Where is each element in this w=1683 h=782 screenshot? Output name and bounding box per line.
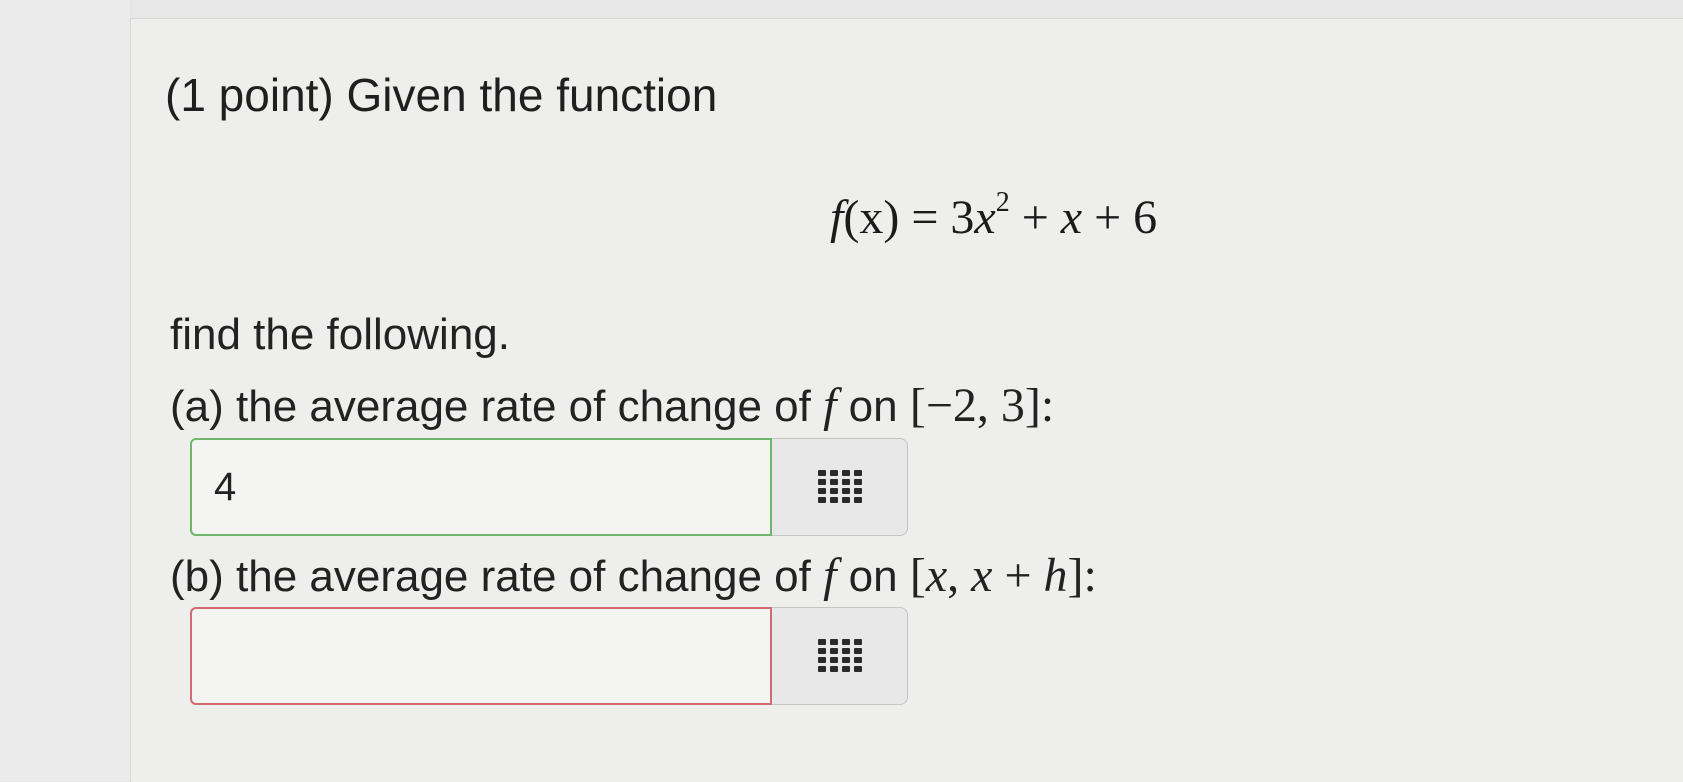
part-a-answer-group: 4 xyxy=(190,438,908,536)
part-a-answer-input[interactable]: 4 xyxy=(190,438,772,536)
equation-exponent: 2 xyxy=(995,187,1010,218)
matrix-grid-icon xyxy=(817,470,862,503)
part-b-question: (b) the average rate of change of f on [… xyxy=(170,548,1097,603)
part-b-matrix-button[interactable] xyxy=(772,607,908,705)
equation-equals: = 3 xyxy=(899,191,975,244)
equation-func: f xyxy=(830,191,844,244)
part-b-label: (b) the average rate of change of xyxy=(170,552,824,601)
part-a-func: f xyxy=(823,379,837,432)
equation-arg: (x) xyxy=(843,191,900,244)
part-a-interval: [−2, 3] xyxy=(909,379,1041,432)
equation-var-2: x xyxy=(1060,191,1083,244)
function-equation: f(x) = 3x2 + x + 6 xyxy=(830,187,1158,245)
equation-constant: + 6 xyxy=(1082,191,1158,244)
equation-var: x xyxy=(974,191,996,244)
part-b-answer-group xyxy=(190,607,908,705)
part-a-on: on xyxy=(836,382,910,431)
matrix-grid-icon xyxy=(817,639,862,672)
part-a-label: (a) the average rate of change of xyxy=(170,382,824,431)
part-a-matrix-button[interactable] xyxy=(772,438,908,536)
part-b-answer-input[interactable] xyxy=(190,607,772,705)
equation-plus: + xyxy=(1009,191,1061,244)
part-a-question: (a) the average rate of change of f on [… xyxy=(170,378,1054,433)
part-b-func: f xyxy=(823,549,837,602)
problem-prompt: (1 point) Given the function xyxy=(165,69,718,121)
find-instruction: find the following. xyxy=(170,310,510,359)
part-b-on: on xyxy=(836,552,910,601)
left-margin xyxy=(0,0,130,781)
part-a-colon: : xyxy=(1040,379,1055,432)
part-b-interval: [x, x + h]: xyxy=(909,549,1097,602)
